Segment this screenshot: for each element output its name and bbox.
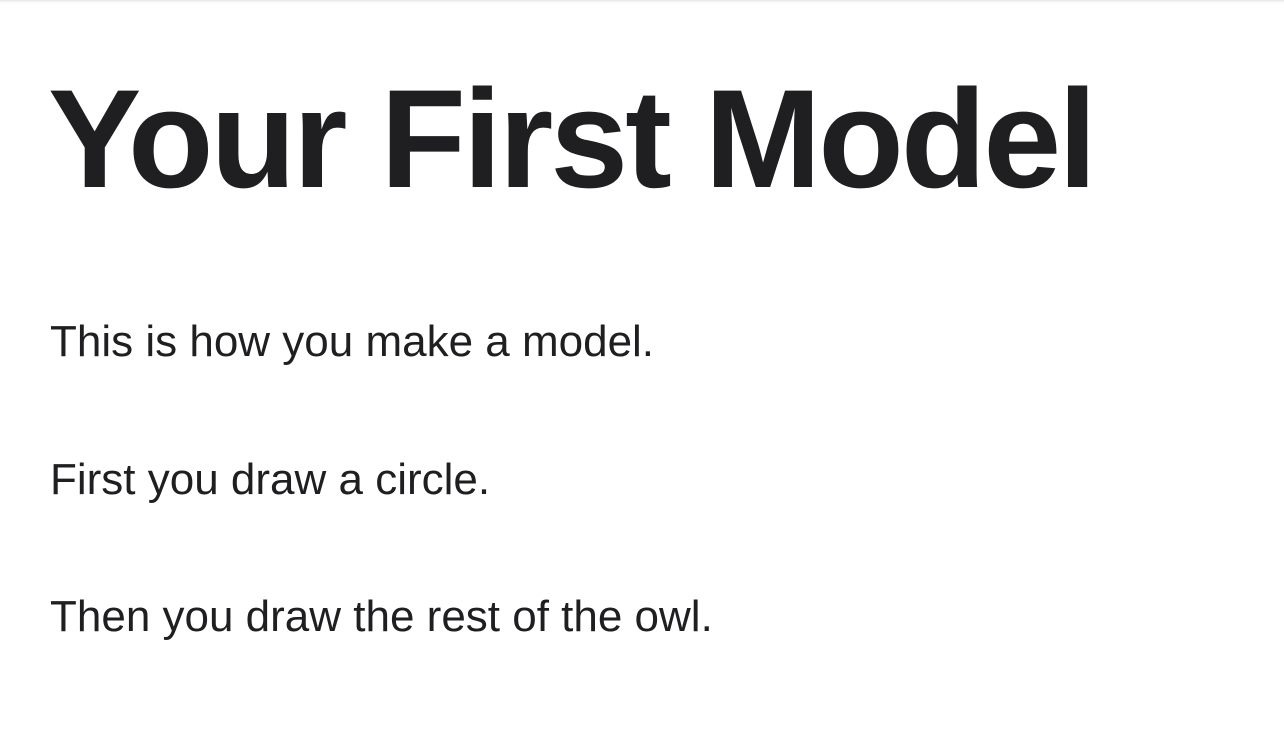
top-edge-divider [0, 0, 1284, 3]
paragraph-3: Then you draw the rest of the owl. [50, 592, 713, 641]
page-title: Your First Model [48, 60, 1097, 217]
paragraph-2: First you draw a circle. [50, 455, 491, 504]
paragraph-1: This is how you make a model. [50, 317, 655, 366]
